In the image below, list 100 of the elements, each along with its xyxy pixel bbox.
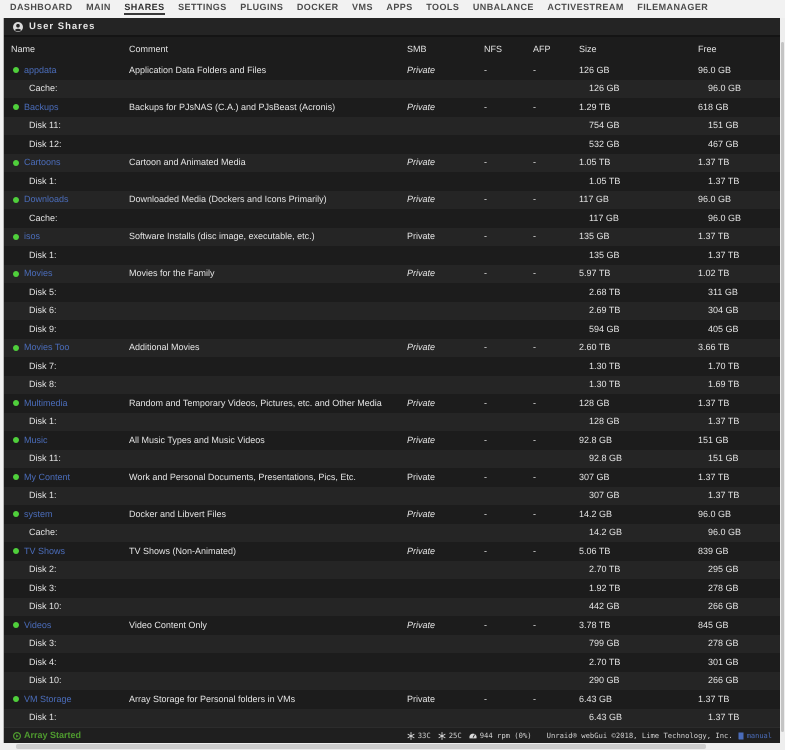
disk-label: Disk 3: (29, 638, 57, 650)
share-link[interactable]: isos (24, 231, 40, 242)
table-cell: - (533, 398, 536, 409)
nav-tab[interactable]: FILEMANAGER (637, 0, 708, 15)
table-cell: - (484, 398, 487, 409)
table-cell: Private (407, 194, 436, 206)
share-link[interactable]: Cartoons (24, 157, 61, 168)
table-cell: 3.78 TB (579, 620, 610, 631)
table-cell: - (533, 268, 536, 280)
table-cell: - (484, 194, 487, 206)
table-cell: - (484, 342, 487, 354)
table-cell: Private (407, 102, 436, 113)
share-link[interactable]: Movies (24, 268, 53, 280)
table-cell: 1.37 TB (698, 694, 730, 705)
table-cell: - (533, 694, 536, 705)
column-header: Name (11, 44, 36, 54)
table-cell: Private (407, 472, 436, 483)
table-cell: 6.43 GB (589, 712, 622, 724)
table-cell: - (533, 342, 536, 354)
table-cell: - (533, 472, 536, 483)
table-cell: 3.66 TB (698, 342, 730, 354)
share-link[interactable]: Backups (24, 102, 59, 113)
status-dot-icon (13, 622, 19, 628)
nav-tab[interactable]: ACTIVESTREAM (547, 0, 624, 15)
share-link[interactable]: appdata (24, 64, 57, 76)
table-cell: 304 GB (708, 305, 739, 316)
disk-label: Disk 10: (29, 601, 62, 612)
table-cell: Backups for PJsNAS (C.A.) and PJsBeast (Acronis) (129, 102, 336, 113)
table-cell: 151 GB (698, 434, 729, 446)
share-link[interactable]: VM Storage (24, 694, 72, 705)
gauge-icon (468, 732, 477, 739)
table-cell: TV Shows (Non-Animated) (129, 546, 236, 557)
table-cell: 2.60 TB (579, 342, 610, 354)
table-cell: Private (407, 157, 436, 168)
table-cell: 14.2 GB (579, 508, 612, 520)
table-cell: 14.2 GB (589, 527, 622, 538)
nav-tab[interactable]: SETTINGS (178, 0, 227, 15)
share-link[interactable]: Music (24, 434, 48, 446)
nav-tab[interactable]: VMS (352, 0, 373, 15)
table-cell: 128 GB (579, 398, 610, 409)
nav-tab[interactable]: SHARES (124, 0, 165, 15)
table-cell: Private (407, 546, 436, 557)
column-header: Comment (129, 44, 168, 54)
book-icon (738, 732, 744, 740)
table-cell: Cartoon and Animated Media (129, 157, 246, 168)
share-link[interactable]: system (24, 508, 53, 520)
table-cell: 618 GB (698, 102, 729, 113)
disk-label: Cache: (29, 527, 58, 538)
table-cell: - (533, 194, 536, 206)
status-dot-icon (13, 548, 19, 554)
share-link[interactable]: Downloads (24, 194, 69, 206)
table-cell: 1.70 TB (708, 360, 740, 372)
table-cell: Video Content Only (129, 620, 207, 631)
vertical-scrollbar[interactable] (780, 18, 785, 743)
table-cell: - (484, 157, 487, 168)
share-link[interactable]: Videos (24, 620, 52, 631)
table-cell: 135 GB (579, 231, 610, 242)
horizontal-scrollbar[interactable] (0, 743, 785, 750)
snowflake-icon (406, 732, 415, 740)
table-cell: Application Data Folders and Files (129, 64, 266, 76)
disk-label: Disk 3: (29, 582, 57, 594)
nav-tab[interactable]: TOOLS (426, 0, 460, 15)
table-cell: Private (407, 268, 436, 280)
status-dot-icon (13, 196, 19, 203)
table-cell: - (484, 508, 487, 520)
nav-tab[interactable]: DOCKER (296, 0, 339, 15)
status-dot-icon (13, 104, 19, 110)
table-cell: 1.37 TB (708, 176, 740, 187)
share-link[interactable]: Movies Too (24, 342, 70, 354)
table-cell: Work and Personal Documents, Presentations, Pics, Etc. (129, 472, 356, 483)
table-cell: 1.37 TB (698, 157, 730, 168)
table-cell: Docker and Libvert Files (129, 508, 226, 520)
table-cell: All Music Types and Music Videos (129, 434, 265, 446)
share-link[interactable]: TV Shows (24, 546, 66, 557)
table-cell: - (484, 231, 487, 242)
nav-tab[interactable]: UNBALANCE (472, 0, 534, 15)
table-cell: 1.02 TB (698, 268, 730, 280)
table-cell: 96.0 GB (698, 64, 732, 76)
table-cell: Additional Movies (129, 342, 200, 354)
disk-label: Disk 5: (29, 286, 57, 298)
table-cell: 467 GB (708, 138, 739, 150)
disk-label: Disk 2: (29, 564, 57, 576)
table-cell: 117 GB (579, 194, 609, 206)
nav-tab[interactable]: MAIN (86, 0, 111, 15)
share-link[interactable]: My Content (24, 472, 70, 483)
nav-tab[interactable]: DASHBOARD (10, 0, 73, 15)
table-cell: 1.37 TB (708, 712, 740, 724)
table-cell: 96.0 GB (708, 212, 742, 224)
disk-label: Cache: (29, 83, 58, 94)
nav-tab[interactable]: PLUGINS (240, 0, 284, 15)
table-cell: - (533, 508, 536, 520)
table-cell: 1.37 TB (698, 398, 730, 409)
table-cell: 92.8 GB (579, 434, 612, 446)
table-cell: 2.68 TB (589, 286, 620, 298)
table-cell: Private (407, 342, 436, 354)
table-cell: 845 GB (698, 620, 729, 631)
table-cell: 1.37 TB (708, 250, 740, 261)
nav-tab[interactable]: APPS (386, 0, 413, 15)
table-cell: - (533, 157, 536, 168)
share-link[interactable]: Multimedia (24, 398, 68, 409)
